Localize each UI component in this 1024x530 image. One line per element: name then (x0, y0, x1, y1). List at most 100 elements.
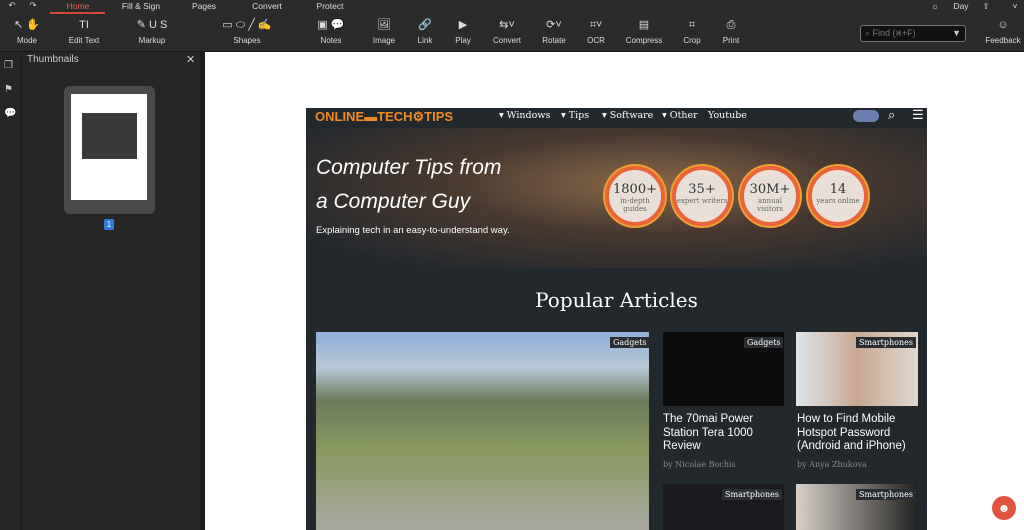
stat-number: 35+ (688, 182, 716, 197)
tool-label: Crop (683, 36, 701, 45)
play-tool[interactable]: ▶ Play (455, 14, 471, 52)
hero-title-line2: a Computer Guy (316, 190, 471, 213)
tab-protect[interactable]: Protect (317, 1, 344, 11)
article-image-ebike (316, 332, 649, 530)
article-author: by Anya Zhukova (797, 460, 867, 469)
feedback-icon: ☺ (997, 19, 1009, 31)
tool-label: Print (722, 36, 740, 45)
markup-tool[interactable]: ✎ U S Markup (137, 14, 168, 52)
find-placeholder: Find (⌘+F) (872, 28, 916, 38)
tool-label: Mode (16, 36, 38, 45)
tool-label: Notes (320, 36, 342, 45)
article-author: by Nicolae Bochis (663, 460, 736, 469)
search-icon: ⌕ (865, 28, 873, 38)
nav-windows: ▾ Windows (499, 110, 551, 121)
convert-tool[interactable]: ⇆˅ Convert (493, 14, 521, 52)
filter-icon[interactable]: ▼ (952, 28, 961, 38)
find-input[interactable]: ⌕ Find (⌘+F) ▼ (860, 25, 966, 42)
tab-home[interactable]: Home (67, 1, 90, 11)
section-title: Popular Articles (535, 288, 698, 312)
ocr-icon: ⌗˅ (589, 19, 603, 31)
notes-icons: ▣ 💬 (317, 19, 345, 31)
article-title: How to Find Mobile Hotspot Password (And… (797, 413, 906, 452)
stat-badge: 1800+ in-depth guides (605, 166, 665, 226)
crop-tool[interactable]: ⌗ Crop (683, 14, 700, 52)
comments-icon[interactable]: 💬 (4, 108, 16, 119)
compress-icon: ▤ (638, 19, 650, 31)
category-badge: Smartphones (722, 489, 782, 500)
feedback-label: Feedback (985, 36, 1021, 45)
tab-convert[interactable]: Convert (252, 1, 282, 11)
embedded-screenshot: ONLINE▬TECH⚙TIPS ▾ Windows ▾ Tips ▾ Soft… (306, 108, 927, 530)
thumbnails-icon[interactable]: ❐ (4, 60, 13, 71)
tool-label: Shapes (233, 36, 261, 45)
article-title: The 70mai Power Station Tera 1000 Review (663, 413, 754, 452)
shapes-tool[interactable]: ▭ ⬭ ╱ ✍ Shapes (222, 14, 271, 52)
nav-youtube: Youtube (708, 110, 747, 121)
tool-label: Play (455, 36, 471, 45)
nav-tips: ▾ Tips (561, 110, 590, 121)
stat-number: 1800+ (613, 182, 657, 197)
panel-title: Thumbnails (27, 54, 79, 65)
link-icon: 🔗 (418, 19, 432, 31)
menu-icon: ☰ (912, 108, 924, 122)
mode-tool[interactable]: ↖ ✋ Mode (14, 14, 40, 52)
search-icon: ⌕ (888, 108, 896, 122)
stat-text: annual visitors (757, 197, 783, 213)
rotate-icon: ⟳˅ (546, 19, 562, 31)
compress-tool[interactable]: ▤ Compress (626, 14, 662, 52)
theme-dropdown[interactable]: Day (953, 1, 968, 11)
tool-label: Markup (138, 36, 166, 45)
print-tool[interactable]: ⎙ Print (723, 14, 739, 52)
stat-text: in-depth guides (620, 197, 650, 213)
link-tool[interactable]: 🔗 Link (418, 14, 433, 52)
tool-label: Image (372, 36, 396, 45)
stat-text: expert writers (676, 197, 728, 205)
rotate-tool[interactable]: ⟳˅ Rotate (542, 14, 566, 52)
notes-tool[interactable]: ▣ 💬 Notes (317, 14, 344, 52)
hero-title-line1: Computer Tips from (316, 156, 502, 179)
redo-button[interactable]: ↷ (29, 0, 36, 11)
tagline: Explaining tech in an easy-to-understand… (316, 225, 510, 236)
category-badge: Gadgets (744, 337, 784, 348)
nav-other: ▾ Other (662, 110, 698, 121)
nav-software: ▾ Software (602, 110, 654, 121)
tab-pages[interactable]: Pages (192, 1, 216, 11)
play-icon: ▶ (458, 19, 468, 31)
menu-bar: ↶ ↷ Home Fill & Sign Pages Convert Prote… (0, 0, 1024, 14)
stat-badge: 14 years online (808, 166, 868, 226)
text-cursor-icon: TI (79, 19, 89, 31)
stat-badge: 35+ expert writers (672, 166, 732, 226)
ocr-tool[interactable]: ⌗˅ OCR (587, 14, 605, 52)
tool-label: Convert (492, 36, 522, 45)
tool-label: Rotate (542, 36, 566, 45)
stat-number: 30M+ (749, 182, 791, 197)
sidebar-rail: ❐ ⚑ 💬 (0, 52, 22, 530)
site-logo: ONLINE▬TECH⚙TIPS (315, 109, 454, 124)
share-icon[interactable]: ⇪ (982, 1, 989, 12)
close-icon[interactable]: ✕ (186, 53, 195, 66)
stat-number: 14 (829, 182, 847, 197)
chevron-down-icon[interactable]: ˅ (1013, 1, 1018, 11)
tool-label: OCR (587, 36, 605, 45)
tool-label: Link (417, 36, 433, 45)
stat-text: years online (816, 197, 860, 205)
shapes-icons: ▭ ⬭ ╱ ✍ (222, 19, 272, 31)
undo-button[interactable]: ↶ (8, 0, 15, 11)
sun-icon[interactable]: ☼ (931, 1, 939, 11)
convert-icon: ⇆˅ (499, 19, 515, 31)
assistant-button[interactable]: ☻ (992, 496, 1016, 520)
crop-icon: ⌗ (688, 19, 696, 31)
dark-mode-toggle (853, 110, 879, 122)
markup-icons: ✎ U S (136, 19, 168, 31)
bookmark-icon[interactable]: ⚑ (4, 84, 13, 95)
image-icon: 🖼 (377, 19, 391, 31)
category-badge: Gadgets (610, 337, 650, 348)
feedback-button[interactable]: ☺ Feedback (985, 14, 1020, 52)
edit-text-tool[interactable]: TI Edit Text (69, 14, 100, 52)
cursor-hand-icon: ↖ ✋ (14, 19, 40, 31)
category-badge: Smartphones (856, 337, 916, 348)
tab-fill-sign[interactable]: Fill & Sign (122, 1, 160, 11)
stat-badge: 30M+ annual visitors (740, 166, 800, 226)
image-tool[interactable]: 🖼 Image (373, 14, 395, 52)
